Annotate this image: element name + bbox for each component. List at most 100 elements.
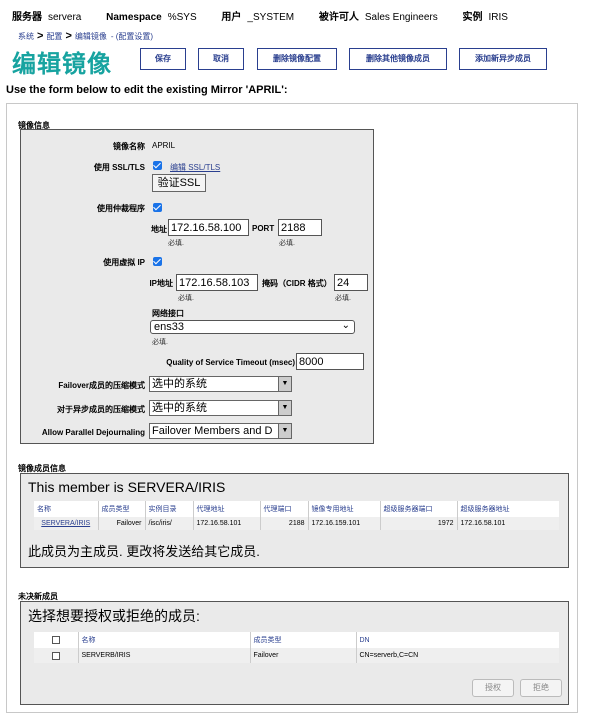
mask-input[interactable]: 24	[334, 274, 368, 291]
member-headline: This member is SERVERA/IRIS	[28, 479, 226, 495]
licensee-label: 被许可人	[318, 12, 359, 23]
cancel-button[interactable]: 取消	[198, 48, 244, 70]
ip-address-label: IP地址	[149, 279, 173, 288]
parallel-dejournal-value: Failover Members and D	[152, 425, 273, 437]
async-compression-label: 对于异步成员的压缩模式	[57, 405, 145, 414]
mask-required-note: 必填.	[335, 295, 351, 302]
chevron-down-icon: ⌄	[341, 320, 350, 331]
qos-label: Quality of Service Timeout (msec)	[166, 358, 295, 367]
ip-address-input[interactable]: 172.16.58.103	[176, 274, 258, 291]
ssl-label: 使用 SSL/TLS	[93, 163, 145, 172]
row-checkbox[interactable]	[51, 651, 60, 660]
remove-mirror-config-button[interactable]: 删除镜像配置	[257, 48, 337, 70]
mask-label: 掩码（CIDR 格式）	[262, 279, 332, 288]
table-cell: Failover	[250, 648, 357, 663]
arbiter-label: 使用仲裁程序	[97, 204, 145, 213]
table-cell: 172.16.58.101	[457, 517, 559, 530]
failover-compression-select[interactable]: 选中的系统 ▼	[149, 376, 292, 392]
virtual-ip-checkbox[interactable]	[153, 257, 162, 266]
breadcrumb-edit-mirror[interactable]: 编辑镜像	[75, 32, 107, 41]
dropdown-arrow-icon: ▼	[278, 424, 291, 438]
pending-table: 名称 成员类型 DN SERVERB/IRIS Failover CN=serv…	[34, 632, 559, 663]
column-header: 名称	[34, 501, 99, 517]
page-title: 编辑镜像	[12, 51, 112, 78]
column-header: 超级服务器端口	[380, 501, 458, 517]
select-all-cell	[34, 632, 79, 648]
column-header: 镜像专用地址	[308, 501, 381, 517]
breadcrumb-separator-icon: >	[37, 30, 44, 42]
table-cell: 1972	[380, 517, 458, 530]
arbiter-port-input[interactable]: 2188	[278, 219, 322, 236]
parallel-dejournal-label: Allow Parallel Dejournaling	[41, 428, 145, 437]
save-button[interactable]: 保存	[140, 48, 186, 70]
async-compression-value: 选中的系统	[152, 402, 207, 414]
member-name-link[interactable]: SERVERA/IRIS	[34, 517, 99, 530]
instance-value: IRIS	[488, 12, 508, 23]
namespace-value: %SYS	[167, 12, 197, 23]
column-header: 成员类型	[250, 632, 357, 648]
nic-label: 网络接口	[152, 309, 184, 318]
column-header: 代理端口	[260, 501, 309, 517]
table-cell: 2188	[260, 517, 309, 530]
row-select-cell	[34, 648, 79, 663]
instance-label: 实例	[462, 12, 483, 23]
member-table-header: 名称 成员类型 实例目录 代理地址 代理端口 镜像专用地址 超级服务器端口 超级…	[34, 501, 559, 517]
table-row: SERVERB/IRIS Failover CN=serverb,C=CN	[34, 648, 559, 663]
primary-member-note: 此成员为主成员. 更改将发送给其它成员.	[28, 544, 260, 559]
mirror-name-label: 镜像名称	[113, 142, 145, 151]
failover-compression-value: 选中的系统	[152, 378, 207, 390]
table-row: SERVERA/IRIS Failover /isc/iris/ 172.16.…	[34, 517, 559, 530]
table-cell: Failover	[98, 517, 146, 530]
column-header: 实例目录	[145, 501, 194, 517]
mirror-name-value: APRIL	[152, 141, 176, 150]
port-required-note: 必填.	[279, 240, 295, 247]
breadcrumb-system[interactable]: 系统	[18, 32, 34, 41]
select-all-checkbox[interactable]	[51, 636, 60, 644]
reject-button[interactable]: 拒绝	[520, 679, 562, 697]
column-header: 超级服务器地址	[460, 506, 510, 513]
table-cell: SERVERB/IRIS	[78, 648, 251, 663]
arbiter-checkbox[interactable]	[153, 203, 162, 212]
dropdown-arrow-icon: ▼	[278, 401, 291, 415]
qos-input[interactable]: 8000	[296, 353, 364, 370]
edit-ssl-link[interactable]: 编辑 SSL/TLS	[170, 162, 220, 173]
authorize-button[interactable]: 授权	[472, 679, 514, 697]
column-header: 名称	[78, 632, 251, 648]
breadcrumb: 系统 > 配置 > 编辑镜像 - (配置设置)	[18, 30, 153, 42]
licensee-value: Sales Engineers	[364, 12, 438, 23]
table-cell: /isc/iris/	[145, 517, 194, 530]
column-header: 成员类型	[98, 501, 146, 517]
add-async-member-button[interactable]: 添加新异步成员	[459, 48, 547, 70]
user-label: 用户	[221, 12, 242, 23]
namespace-label: Namespace	[106, 12, 162, 23]
dropdown-arrow-icon: ▼	[278, 377, 291, 391]
nic-required-note: 必填.	[152, 339, 168, 346]
parallel-dejournal-select[interactable]: Failover Members and D ▼	[149, 423, 292, 439]
member-table: 名称 成员类型 实例目录 代理地址 代理端口 镜像专用地址 超级服务器端口 超级…	[34, 501, 559, 530]
ip-required-note: 必填.	[178, 295, 194, 302]
breadcrumb-config[interactable]: 配置	[46, 32, 62, 41]
virtual-ip-label: 使用虚拟 IP	[103, 258, 145, 267]
nic-select-value: ens33	[154, 321, 184, 333]
info-bar: 服务器 servera Namespace %SYS 用户 _SYSTEM 被许可人 S…	[12, 8, 508, 23]
remove-other-members-button[interactable]: 删除其他镜像成员	[349, 48, 447, 70]
server-value: servera	[48, 12, 82, 23]
breadcrumb-suffix: - (配置设置)	[110, 32, 154, 41]
arbiter-port-label: PORT	[252, 224, 275, 233]
async-compression-select[interactable]: 选中的系统 ▼	[149, 400, 292, 416]
column-header: DN	[359, 636, 370, 644]
pending-table-header: 名称 成员类型 DN	[34, 632, 559, 648]
arbiter-address-label: 地址	[151, 225, 167, 234]
user-value: _SYSTEM	[247, 12, 295, 23]
table-cell: 172.16.58.101	[193, 517, 261, 530]
server-label: 服务器	[12, 12, 42, 23]
address-required-note: 必填.	[168, 240, 184, 247]
ssl-checkbox[interactable]	[153, 161, 162, 170]
breadcrumb-separator-icon: >	[65, 30, 72, 42]
nic-select[interactable]: ens33 ⌄	[150, 320, 355, 334]
pending-headline: 选择想要授权或拒绝的成员:	[28, 608, 200, 624]
verify-ssl-button[interactable]: 验证SSL	[152, 174, 206, 192]
arbiter-address-input[interactable]: 172.16.58.100	[168, 219, 249, 236]
intro-text: Use the form below to edit the existing …	[6, 84, 288, 96]
table-cell: 172.16.159.101	[308, 517, 381, 530]
